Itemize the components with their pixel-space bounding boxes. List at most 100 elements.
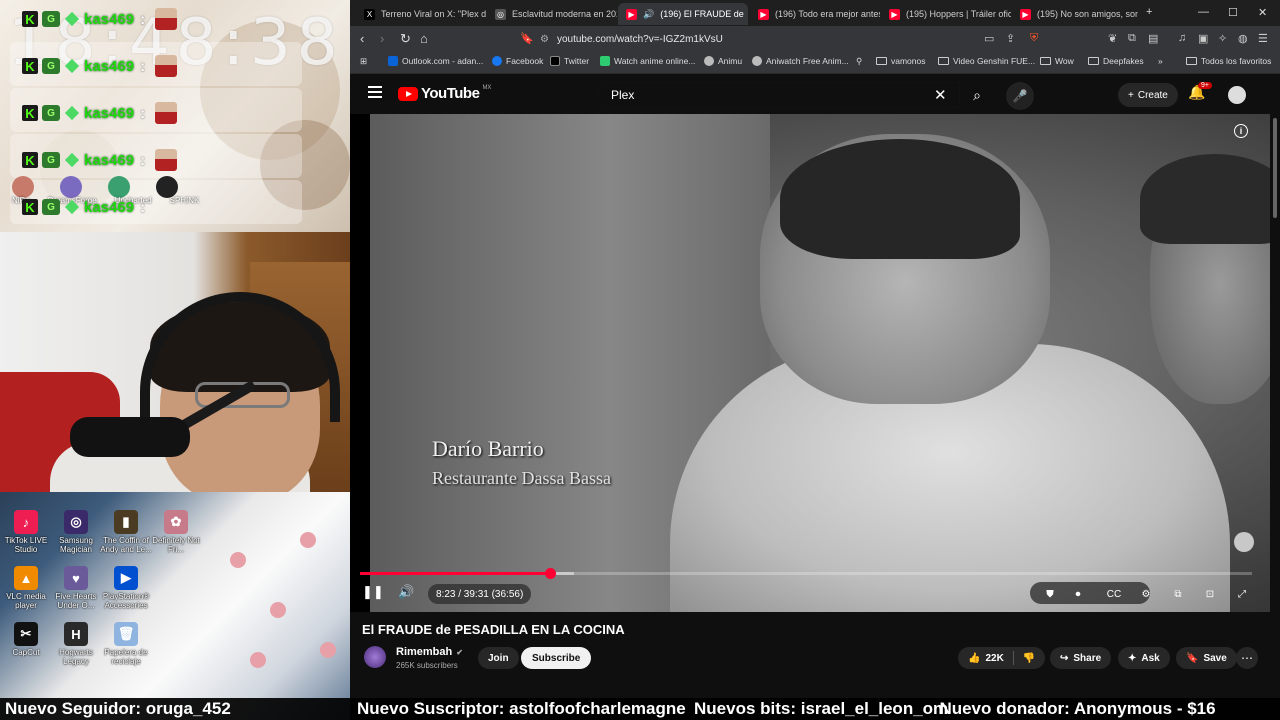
page-scrollbar[interactable] xyxy=(1270,114,1280,698)
minimize-icon[interactable]: — xyxy=(1198,6,1209,18)
miniplayer-icon[interactable]: ⧉ xyxy=(1168,586,1188,602)
more-actions-icon[interactable]: ⋯ xyxy=(1236,647,1258,669)
kick-badge-icon: K xyxy=(22,199,38,215)
progress-bar[interactable] xyxy=(360,568,1252,579)
new-tab-button[interactable]: + xyxy=(1146,6,1152,18)
chat-username: kas469 xyxy=(84,198,135,216)
bookmark-twitter[interactable]: Twitter xyxy=(550,56,589,66)
like-icon[interactable]: 👍 xyxy=(968,653,980,664)
x-logo-icon: X xyxy=(364,8,375,20)
create-button[interactable]: + Create xyxy=(1118,83,1178,107)
bookmark-folder-all[interactable]: Todos los favoritos xyxy=(1186,56,1271,66)
bookmarks-overflow-icon[interactable]: » xyxy=(1158,56,1163,66)
tab-hoppers[interactable]: ▶ (195) Hoppers | Tráiler oficia xyxy=(881,3,1011,25)
chat-emote-icon xyxy=(155,55,178,77)
folder-icon xyxy=(1186,57,1197,65)
subscriber-count: 265K subscribers xyxy=(396,661,458,670)
kick-badge-icon: K xyxy=(22,105,38,121)
ask-button[interactable]: ✦ Ask xyxy=(1118,647,1170,669)
x-logo-icon xyxy=(550,56,560,66)
leo-icon[interactable]: ✧ xyxy=(1218,32,1227,45)
desktop-icon[interactable]: 🗑 Papelera de reciclaje xyxy=(96,622,156,666)
bookmark-animu[interactable]: Animu xyxy=(704,56,742,66)
subscribe-button[interactable]: Subscribe xyxy=(521,647,592,669)
bookmark-anime[interactable]: Watch anime online... xyxy=(600,56,695,66)
close-window-icon[interactable]: ✕ xyxy=(1258,6,1267,19)
pause-icon[interactable]: ❚❚ xyxy=(362,584,384,600)
desktop-icon[interactable]: ✿ Definitely Not Fri... xyxy=(146,510,206,554)
music-icon[interactable]: ♫ xyxy=(1178,32,1186,44)
back-icon[interactable]: ‹ xyxy=(360,31,364,46)
share-button[interactable]: ↪ Share xyxy=(1050,647,1112,669)
reload-icon[interactable]: ↻ xyxy=(400,31,411,47)
share-icon[interactable]: ⇪ xyxy=(1006,32,1015,45)
facebook-icon xyxy=(492,56,502,66)
volume-icon[interactable]: 🔊 xyxy=(398,584,414,600)
site-info-icon[interactable]: ⚙ xyxy=(540,34,549,45)
kick-badge-icon: K xyxy=(22,11,38,27)
bookmark-folder-deepfakes[interactable]: Deepfakes xyxy=(1088,56,1144,66)
sphink-icon[interactable] xyxy=(156,176,178,198)
info-icon[interactable]: i xyxy=(1234,124,1248,138)
bookmark-facebook[interactable]: Facebook xyxy=(492,56,543,66)
maximize-icon[interactable]: ☐ xyxy=(1228,6,1238,19)
tab-todo-era-mejor[interactable]: ▶ (196) Todo era mejor antes xyxy=(750,3,880,25)
tab-terreno-viral[interactable]: X Terreno Viral on X: "Plex de xyxy=(356,3,486,25)
browser-toolbar: ‹ › ↻ ⌂ 🔖 ⚙ youtube.com/watch?v=-IGZ2m1k… xyxy=(350,26,1280,52)
settings-gear-icon[interactable]: ⚙ xyxy=(1136,586,1156,602)
bookmark-folder-vamonos[interactable]: vamonos xyxy=(876,56,926,66)
lower-third-subtitle: Restaurante Dassa Bassa xyxy=(432,468,611,488)
like-count[interactable]: 22K xyxy=(985,653,1003,664)
cast-icon[interactable]: ⊡ xyxy=(1200,586,1220,602)
search-input[interactable]: Plex xyxy=(598,82,960,108)
apps-icon[interactable]: ⊞ xyxy=(360,56,367,67)
search-icon[interactable]: ⌕ xyxy=(962,82,992,108)
verified-icon: ✔ xyxy=(456,647,463,657)
screen-icon[interactable]: ▭ xyxy=(984,32,994,45)
fullscreen-icon[interactable]: ⤢ xyxy=(1232,586,1252,602)
scrollbar-thumb[interactable] xyxy=(1273,118,1277,218)
menu-icon[interactable]: ☰ xyxy=(1258,32,1268,45)
sponsor-shield-icon[interactable]: ⛊ xyxy=(1040,586,1060,602)
leaf-icon[interactable]: ❦ xyxy=(1108,32,1117,45)
ticker-new-bits: Nuevos bits: israel_el_leon_om xyxy=(694,699,949,718)
dislike-icon[interactable]: 👎 xyxy=(1023,653,1035,664)
tab-esclavitud[interactable]: ◎ Esclavitud moderna en 2026 xyxy=(487,3,617,25)
save-button[interactable]: 🔖 Save xyxy=(1176,647,1237,669)
captions-icon[interactable]: CC xyxy=(1104,586,1124,602)
bookmark-outlook[interactable]: Outlook.com - adan... xyxy=(388,56,483,66)
bookmark-aniwatch[interactable]: Aniwatch Free Anim... xyxy=(752,56,849,66)
autoplay-toggle-icon[interactable]: ⏺ xyxy=(1068,586,1088,602)
video-watermark-avatar[interactable] xyxy=(1234,532,1254,552)
hamburger-menu-icon[interactable] xyxy=(368,86,382,98)
pin-icon[interactable]: ⚲ xyxy=(856,56,862,67)
bookmark-folder-wow[interactable]: Wow xyxy=(1040,56,1074,66)
bookmark-page-icon[interactable]: 🔖 xyxy=(520,32,534,45)
voice-search-icon[interactable]: 🎤 xyxy=(1006,82,1034,110)
tab-el-fraude[interactable]: ▶ 🔊 (196) El FRAUDE de ✕ xyxy=(618,3,748,25)
account-avatar[interactable] xyxy=(1228,86,1246,104)
tab-no-son-amigos[interactable]: ▶ (195) No son amigos, son h xyxy=(1012,3,1138,25)
brave-shield-icon[interactable]: ⛨ xyxy=(1030,32,1038,45)
clear-search-icon[interactable]: ✕ xyxy=(934,86,947,104)
wallet-icon[interactable]: ▣ xyxy=(1198,32,1208,45)
create-label: Create xyxy=(1137,89,1168,101)
like-dislike-group: 👍 22K 👎 xyxy=(958,647,1046,669)
youtube-play-icon xyxy=(398,86,418,101)
extensions-icon[interactable]: ⧉ xyxy=(1128,32,1136,45)
progress-scrubber[interactable] xyxy=(544,568,556,579)
vpn-icon[interactable]: ◍ xyxy=(1238,32,1248,45)
video-player[interactable]: Darío Barrio Restaurante Dassa Bassa i ❚… xyxy=(350,114,1270,612)
join-button[interactable]: Join xyxy=(478,647,519,669)
channel-name[interactable]: Rimembah ✔ xyxy=(396,646,463,658)
chat-message: K G kas469 : xyxy=(22,148,178,172)
sidebar-icon[interactable]: ▤ xyxy=(1148,32,1158,45)
home-icon[interactable]: ⌂ xyxy=(420,31,428,46)
youtube-logo[interactable]: YouTube MX xyxy=(398,85,491,102)
forward-icon[interactable]: › xyxy=(380,31,384,46)
desktop-icon[interactable]: ▶ PlayStation® Accessories xyxy=(96,566,156,610)
channel-avatar[interactable] xyxy=(364,646,386,668)
desktop-icon-label: PlayStation® Accessories xyxy=(102,592,150,610)
address-bar[interactable]: ⚙ youtube.com/watch?v=-IGZ2m1kVsU xyxy=(540,29,1040,49)
bookmark-folder-genshin[interactable]: Video Genshin FUE... xyxy=(938,56,1035,66)
